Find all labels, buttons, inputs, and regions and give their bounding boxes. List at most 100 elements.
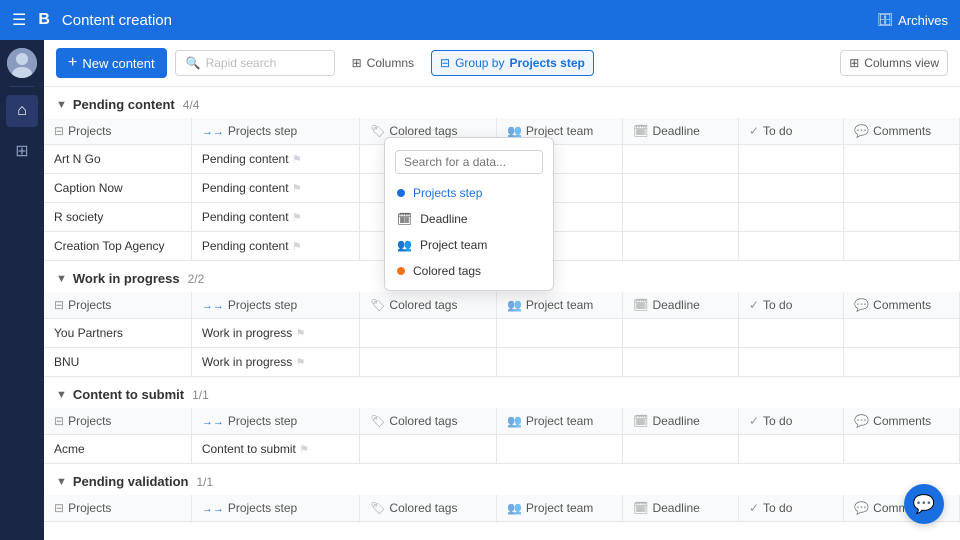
th-todo: ✓To do [738,292,843,319]
section-count-wip: 2/2 [188,272,205,286]
group-by-label: Group by [455,56,504,70]
cell-deadline [623,435,739,464]
cell-comments [844,348,960,377]
cell-todo [738,435,843,464]
avatar[interactable] [7,48,37,78]
chevron-icon[interactable]: ▼ [56,273,67,285]
archives-icon: 🗄 [877,12,894,28]
sidebar-item-grid[interactable]: ⊞ [6,135,38,167]
th-step: →→Projects step [191,118,359,145]
hamburger-icon[interactable]: ☰ [12,10,26,30]
th-todo: ✓To do [738,408,843,435]
table-row: You Partners Work in progress ⚑ [44,319,960,348]
section-count-pending: 4/4 [183,98,200,112]
cell-deadline [623,232,739,261]
section-title-pending: Pending content [73,97,175,112]
section-header-submit: ▼ Content to submit 1/1 [44,377,960,408]
th-projects: ⊟Projects [44,495,191,522]
cell-step: Pending content ⚑ [191,232,359,261]
cell-project: Creation Top Agency [44,232,191,261]
cell-todo [738,145,843,174]
cell-project: Acme [44,435,191,464]
sidebar-item-home[interactable]: ⌂ [6,95,38,127]
cell-project: You Partners [44,319,191,348]
section-validation: ▼ Pending validation 1/1 ⊟Projects →→Pro… [44,464,960,522]
main-area: New content 🔍 Rapid search ⊞ Columns ⊟ G… [44,40,960,540]
cell-comments [844,174,960,203]
th-projects: ⊟Projects [44,118,191,145]
cell-todo [738,319,843,348]
columns-button[interactable]: ⊞ Columns [343,50,423,76]
cell-deadline [623,174,739,203]
archives-button[interactable]: 🗄 Archives [877,12,948,28]
table-wip: ⊟Projects →→Projects step 🏷Colored tags … [44,292,960,377]
th-tags: 🏷Colored tags [360,408,497,435]
chevron-icon[interactable]: ▼ [56,99,67,111]
dropdown-item-deadline[interactable]: 🗓 Deadline [385,206,553,232]
section-title-submit: Content to submit [73,387,184,402]
dropdown-item-colored-tags[interactable]: Colored tags [385,258,553,284]
columns-view-button[interactable]: ⊞ Columns view [840,50,948,76]
dropdown-item-project-team[interactable]: 👥 Project team [385,232,553,258]
cell-project: R society [44,203,191,232]
cell-project: Caption Now [44,174,191,203]
dropdown-search-input[interactable] [395,150,543,174]
cell-todo [738,348,843,377]
sidebar-divider [10,86,34,87]
th-deadline: 🗓Deadline [623,408,739,435]
cell-deadline [623,203,739,232]
table-row: BNU Work in progress ⚑ [44,348,960,377]
section-count-validation: 1/1 [196,475,213,489]
sidebar: ⌂ ⊞ [0,40,44,540]
group-by-button[interactable]: ⊟ Group by Projects step [431,50,594,76]
cell-step: Work in progress ⚑ [191,348,359,377]
new-content-button[interactable]: New content [56,48,167,78]
columns-icon: ⊞ [352,56,362,70]
cell-step: Pending content ⚑ [191,174,359,203]
content-area: Projects step 🗓 Deadline 👥 Project team … [44,87,960,540]
th-todo: ✓To do [738,495,843,522]
th-team: 👥Project team [496,292,622,319]
team-icon: 👥 [397,238,412,252]
search-placeholder: Rapid search [206,56,277,70]
cell-comments [844,232,960,261]
section-count-submit: 1/1 [192,388,209,402]
cell-tags [360,435,497,464]
chat-bubble-button[interactable]: 💬 [904,484,944,524]
columns-view-label: Columns view [864,56,939,70]
section-header-pending: ▼ Pending content 4/4 [44,87,960,118]
table-submit: ⊟Projects →→Projects step 🏷Colored tags … [44,408,960,464]
table-header-row: ⊟Projects →→Projects step 🏷Colored tags … [44,292,960,319]
th-tags: 🏷Colored tags [360,495,497,522]
dot-blue-icon [397,189,405,197]
cell-deadline [623,319,739,348]
th-comments: 💬Comments [844,292,960,319]
th-team: 👥Project team [496,495,622,522]
th-comments: 💬Comments [844,118,960,145]
table-row: Acme Content to submit ⚑ [44,435,960,464]
cell-tags [360,348,497,377]
cell-tags [360,319,497,348]
th-step: →→Projects step [191,292,359,319]
th-deadline: 🗓Deadline [623,118,739,145]
cell-todo [738,174,843,203]
th-projects: ⊟Projects [44,292,191,319]
dropdown-item-projects-step[interactable]: Projects step [385,180,553,206]
chevron-icon[interactable]: ▼ [56,476,67,488]
search-box[interactable]: 🔍 Rapid search [175,50,335,76]
cell-step: Pending content ⚑ [191,203,359,232]
th-team: 👥Project team [496,408,622,435]
th-tags: 🏷Colored tags [360,292,497,319]
section-header-validation: ▼ Pending validation 1/1 [44,464,960,495]
chevron-icon[interactable]: ▼ [56,389,67,401]
cell-team [496,435,622,464]
columns-view-icon: ⊞ [849,56,859,70]
cell-comments [844,203,960,232]
dropdown-search[interactable] [385,144,553,180]
table-validation: ⊟Projects →→Projects step 🏷Colored tags … [44,495,960,522]
cell-comments [844,145,960,174]
th-todo: ✓To do [738,118,843,145]
dropdown-item-label: Deadline [420,212,467,226]
deadline-icon: 🗓 [397,212,412,226]
group-by-icon: ⊟ [440,56,450,70]
